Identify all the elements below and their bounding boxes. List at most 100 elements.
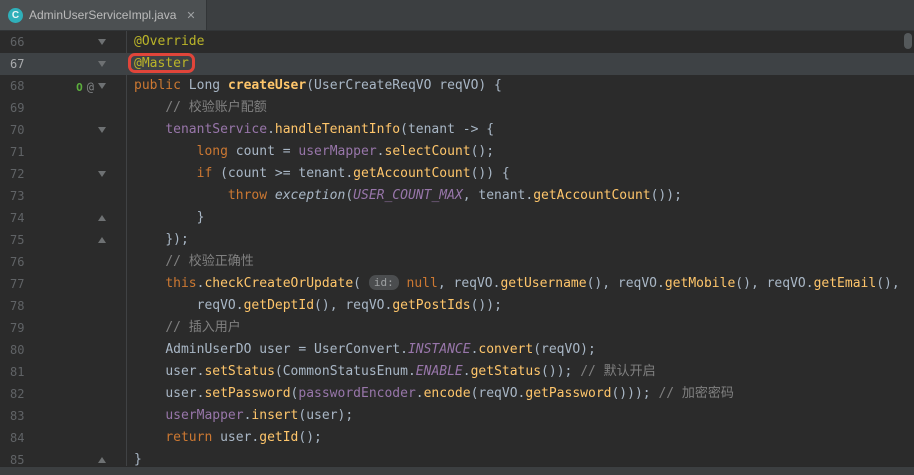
code-token: (); (471, 144, 494, 159)
code-text: public Long createUser(UserCreateReqVO r… (127, 75, 502, 97)
code-line[interactable]: 80 AdminUserDO user = UserConvert.INSTAN… (0, 339, 914, 361)
code-line[interactable]: 81 user.setStatus(CommonStatusEnum.ENABL… (0, 361, 914, 383)
code-token: getPassword (525, 386, 611, 401)
code-editor[interactable]: 66@Override67@Master68 public Long create… (0, 31, 914, 467)
code-line[interactable]: 70 tenantService.handleTenantInfo(tenant… (0, 119, 914, 141)
fold-up-icon[interactable] (98, 215, 106, 221)
code-text: throw exception(USER_COUNT_MAX, tenant.g… (127, 185, 682, 207)
param-name-hint: id: (369, 275, 399, 290)
fold-down-icon[interactable] (98, 61, 106, 67)
at-icon (87, 75, 94, 97)
code-line[interactable]: 78 reqVO.getDeptId(), reqVO.getPostIds()… (0, 295, 914, 317)
code-token: ()); (471, 298, 502, 313)
line-number[interactable]: 70 (0, 119, 38, 141)
line-number[interactable]: 83 (0, 405, 38, 427)
gutter-cell[interactable]: 76 (0, 251, 127, 273)
line-number[interactable]: 68 (0, 75, 38, 97)
code-token: ())); (611, 386, 658, 401)
gutter-cell[interactable]: 82 (0, 383, 127, 405)
line-number[interactable]: 74 (0, 207, 38, 229)
code-token: // 加密密码 (658, 386, 733, 401)
gutter-cell[interactable]: 73 (0, 185, 127, 207)
code-token: getAccountCount (533, 188, 650, 203)
code-text: this.checkCreateOrUpdate( id: null, reqV… (127, 273, 900, 295)
code-token: ()); (541, 364, 580, 379)
code-line[interactable]: 73 throw exception(USER_COUNT_MAX, tenan… (0, 185, 914, 207)
gutter-cell[interactable]: 78 (0, 295, 127, 317)
line-number[interactable]: 73 (0, 185, 38, 207)
code-line[interactable]: 85} (0, 449, 914, 467)
gutter-cell[interactable]: 77 (0, 273, 127, 295)
code-line[interactable]: 83 userMapper.insert(user); (0, 405, 914, 427)
gutter-cell[interactable]: 83 (0, 405, 127, 427)
line-number[interactable]: 78 (0, 295, 38, 317)
line-number[interactable]: 82 (0, 383, 38, 405)
code-token: return (165, 430, 212, 445)
line-number[interactable]: 72 (0, 163, 38, 185)
code-token: getEmail (814, 276, 877, 291)
line-number[interactable]: 77 (0, 273, 38, 295)
fold-down-icon[interactable] (98, 39, 106, 45)
line-number[interactable]: 79 (0, 317, 38, 339)
line-number[interactable]: 80 (0, 339, 38, 361)
code-line[interactable]: 75 }); (0, 229, 914, 251)
gutter-cell[interactable]: 66 (0, 31, 127, 53)
gutter-cell[interactable]: 81 (0, 361, 127, 383)
gutter-cell[interactable]: 85 (0, 449, 127, 467)
fold-down-icon[interactable] (98, 171, 106, 177)
code-text: tenantService.handleTenantInfo(tenant ->… (127, 119, 494, 141)
line-number[interactable]: 76 (0, 251, 38, 273)
gutter-cell[interactable]: 84 (0, 427, 127, 449)
fold-up-icon[interactable] (98, 237, 106, 243)
code-token: encode (424, 386, 471, 401)
line-number[interactable]: 75 (0, 229, 38, 251)
gutter-cell[interactable]: 67 (0, 53, 127, 75)
code-line[interactable]: 66@Override (0, 31, 914, 53)
gutter-cell[interactable]: 75 (0, 229, 127, 251)
code-line[interactable]: 72 if (count >= tenant.getAccountCount()… (0, 163, 914, 185)
code-line[interactable]: 69 // 校验账户配额 (0, 97, 914, 119)
code-text: AdminUserDO user = UserConvert.INSTANCE.… (127, 339, 596, 361)
ide-window: C AdminUserServiceImpl.java ✕ 66@Overrid… (0, 0, 914, 475)
code-line[interactable]: 67@Master (0, 53, 914, 75)
editor-tab-bar: C AdminUserServiceImpl.java ✕ (0, 0, 914, 31)
code-token: count = (228, 144, 298, 159)
code-token: } (134, 452, 142, 467)
line-number[interactable]: 71 (0, 141, 38, 163)
gutter-cell[interactable]: 69 (0, 97, 127, 119)
code-line[interactable]: 84 return user.getId(); (0, 427, 914, 449)
code-line[interactable]: 82 user.setPassword(passwordEncoder.enco… (0, 383, 914, 405)
line-number[interactable]: 81 (0, 361, 38, 383)
code-line[interactable]: 71 long count = userMapper.selectCount()… (0, 141, 914, 163)
code-line[interactable]: 74 } (0, 207, 914, 229)
code-line[interactable]: 79 // 插入用户 (0, 317, 914, 339)
tab-adminuserserviceimpl[interactable]: C AdminUserServiceImpl.java ✕ (0, 0, 207, 30)
fold-down-icon[interactable] (98, 127, 106, 133)
code-token: (UserCreateReqVO reqVO) { (306, 78, 502, 93)
gutter-cell[interactable]: 74 (0, 207, 127, 229)
code-line[interactable]: 76 // 校验正确性 (0, 251, 914, 273)
code-line[interactable]: 77 this.checkCreateOrUpdate( id: null, r… (0, 273, 914, 295)
line-number[interactable]: 67 (0, 53, 38, 75)
java-class-icon: C (8, 8, 23, 23)
fold-up-icon[interactable] (98, 457, 106, 463)
gutter-cell[interactable]: 71 (0, 141, 127, 163)
gutter-cell[interactable]: 79 (0, 317, 127, 339)
code-token: setPassword (204, 386, 290, 401)
line-number[interactable]: 69 (0, 97, 38, 119)
close-tab-icon[interactable]: ✕ (186, 9, 195, 22)
scrollbar-thumb[interactable] (904, 33, 912, 49)
code-text: reqVO.getDeptId(), reqVO.getPostIds()); (127, 295, 502, 317)
line-number[interactable]: 85 (0, 449, 38, 467)
gutter-cell[interactable]: 72 (0, 163, 127, 185)
gutter-cell[interactable]: 70 (0, 119, 127, 141)
code-line[interactable]: 68 public Long createUser(UserCreateReqVO… (0, 75, 914, 97)
code-token: (user); (298, 408, 353, 423)
line-number[interactable]: 84 (0, 427, 38, 449)
fold-down-icon[interactable] (98, 83, 106, 89)
gutter-cell[interactable]: 68 (0, 75, 127, 97)
code-token: (); (298, 430, 321, 445)
line-number[interactable]: 66 (0, 31, 38, 53)
code-token: // 校验账户配额 (165, 100, 266, 115)
gutter-cell[interactable]: 80 (0, 339, 127, 361)
